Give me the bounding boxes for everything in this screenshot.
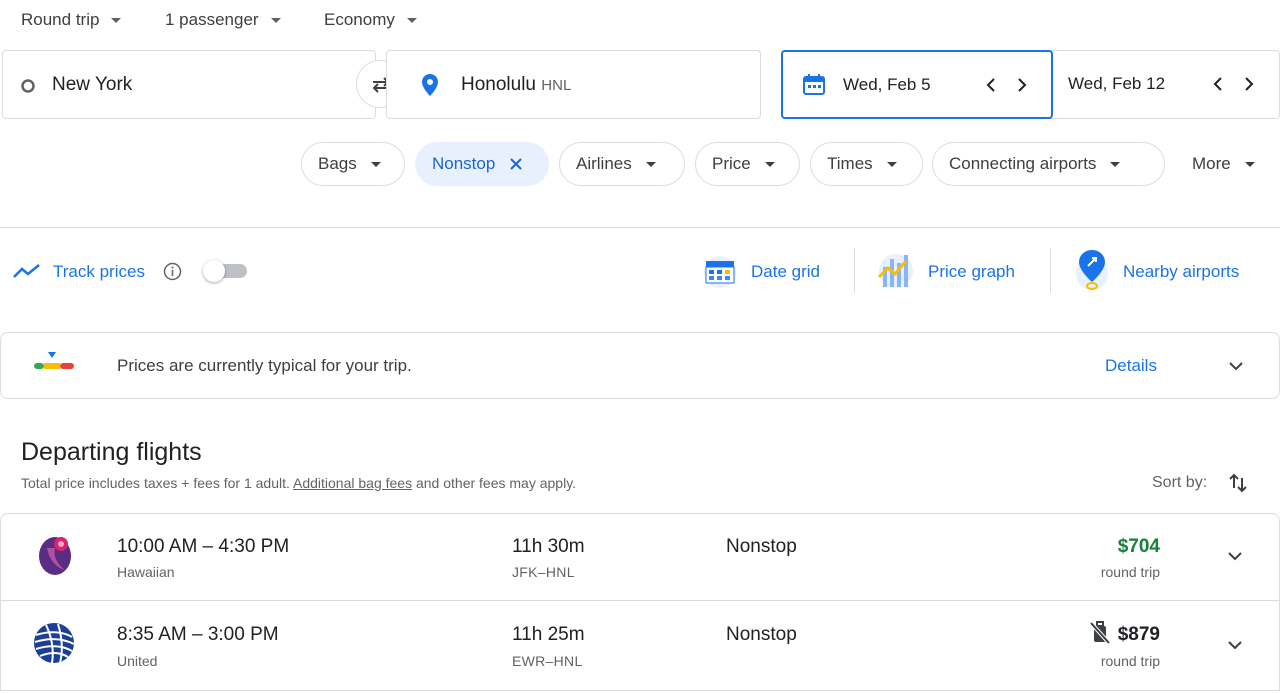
note-text: Total price includes taxes + fees for 1 … xyxy=(21,475,290,491)
filter-label: Connecting airports xyxy=(949,154,1097,173)
close-icon[interactable] xyxy=(509,157,523,171)
depart-date-value: Wed, Feb 5 xyxy=(843,75,931,94)
return-date-field[interactable]: Wed, Feb 12 xyxy=(1054,51,1280,118)
nearby-airports-label: Nearby airports xyxy=(1123,262,1240,281)
flight-price: $879 xyxy=(1117,624,1160,645)
section-divider xyxy=(0,227,1280,228)
filter-more[interactable]: More xyxy=(1175,142,1280,186)
dropdown-arrow-icon xyxy=(406,17,417,23)
filter-price[interactable]: Price xyxy=(695,142,800,186)
flight-price: $704 xyxy=(1117,536,1160,557)
dropdown-arrow-icon xyxy=(764,161,775,167)
destination-code: HNL xyxy=(541,77,572,94)
trip-type-label: Round trip xyxy=(21,10,100,29)
destination-field[interactable]: Honolulu HNL xyxy=(386,50,761,119)
filter-label: Times xyxy=(827,154,873,173)
price-level-icon xyxy=(34,352,74,369)
filter-airlines[interactable]: Airlines xyxy=(559,142,685,186)
flight-route: JFK–HNL xyxy=(512,564,575,580)
trending-line-icon xyxy=(13,264,40,278)
trip-type-select[interactable]: Round trip xyxy=(21,10,122,30)
hawaiian-airlines-logo xyxy=(39,537,71,575)
filter-label: Bags xyxy=(318,154,357,173)
dates-field: Wed, Feb 5 Wed, Feb 12 xyxy=(781,50,1280,119)
previous-date-icon[interactable] xyxy=(1211,76,1225,92)
dropdown-arrow-icon xyxy=(1244,161,1255,167)
nearby-airports-icon xyxy=(1076,250,1108,290)
flight-stops: Nonstop xyxy=(726,624,797,645)
flight-duration: 11h 25m xyxy=(512,624,585,645)
next-date-icon[interactable] xyxy=(1015,77,1029,93)
flight-duration: 11h 30m xyxy=(512,536,585,557)
filter-nonstop[interactable]: Nonstop xyxy=(415,142,549,186)
dropdown-arrow-icon xyxy=(370,161,381,167)
results-note: Total price includes taxes + fees for 1 … xyxy=(21,475,576,491)
depart-date-field[interactable]: Wed, Feb 5 xyxy=(781,50,1053,119)
flight-stops: Nonstop xyxy=(726,536,797,557)
filter-label: More xyxy=(1192,154,1231,173)
price-graph-label: Price graph xyxy=(928,262,1015,281)
dropdown-arrow-icon xyxy=(270,17,281,23)
price-insight-card: Prices are currently typical for your tr… xyxy=(0,332,1280,399)
calendar-icon xyxy=(803,74,825,95)
united-airlines-logo xyxy=(32,621,76,665)
filter-bags[interactable]: Bags xyxy=(301,142,405,186)
nearby-airports-button[interactable]: Nearby airports xyxy=(1072,248,1272,294)
filter-label: Airlines xyxy=(576,154,632,173)
flight-route: EWR–HNL xyxy=(512,653,583,669)
track-prices-toggle[interactable] xyxy=(203,260,249,282)
bag-fees-link[interactable]: Additional bag fees xyxy=(293,475,412,491)
tool-divider xyxy=(1050,248,1051,293)
no-carry-on-bag-icon xyxy=(1089,621,1111,645)
track-prices-link[interactable]: Track prices xyxy=(53,262,145,282)
sort-label: Sort by: xyxy=(1152,474,1208,491)
previous-date-icon[interactable] xyxy=(984,77,998,93)
details-link[interactable]: Details xyxy=(1105,356,1157,376)
dropdown-arrow-icon xyxy=(886,161,897,167)
filter-connecting-airports[interactable]: Connecting airports xyxy=(932,142,1165,186)
filter-label: Nonstop xyxy=(432,154,496,173)
chevron-down-icon[interactable] xyxy=(1227,637,1243,653)
passengers-select[interactable]: 1 passenger xyxy=(165,10,281,30)
toggle-knob xyxy=(203,260,225,282)
info-icon[interactable] xyxy=(163,262,182,281)
results-heading: Departing flights xyxy=(21,438,202,466)
chevron-down-icon[interactable] xyxy=(1227,548,1243,564)
flight-times: 10:00 AM – 4:30 PM xyxy=(117,536,290,557)
date-grid-label: Date grid xyxy=(751,262,820,281)
flight-row[interactable]: 8:35 AM – 3:00 PM United 11h 25m EWR–HNL… xyxy=(0,601,1280,691)
flight-times: 8:35 AM – 3:00 PM xyxy=(117,624,279,645)
next-date-icon[interactable] xyxy=(1242,76,1256,92)
location-pin-icon xyxy=(422,74,438,96)
filter-times[interactable]: Times xyxy=(810,142,923,186)
note-text: and other fees may apply. xyxy=(415,475,577,491)
price-graph-icon xyxy=(877,254,913,288)
cabin-class-label: Economy xyxy=(324,10,395,29)
dropdown-arrow-icon xyxy=(645,161,656,167)
airline-name: Hawaiian xyxy=(117,564,175,580)
filter-label: Price xyxy=(712,154,751,173)
price-graph-button[interactable]: Price graph xyxy=(876,250,1036,292)
flight-row[interactable]: 10:00 AM – 4:30 PM Hawaiian 11h 30m JFK–… xyxy=(0,513,1280,601)
date-grid-icon xyxy=(704,256,736,288)
chevron-down-icon[interactable] xyxy=(1227,358,1245,374)
origin-circle-icon xyxy=(21,79,35,93)
passengers-label: 1 passenger xyxy=(165,10,259,29)
dropdown-arrow-icon xyxy=(1110,161,1121,167)
date-grid-button[interactable]: Date grid xyxy=(700,250,840,292)
return-date-value: Wed, Feb 12 xyxy=(1068,74,1166,93)
price-type: round trip xyxy=(1100,564,1160,580)
sort-icon[interactable] xyxy=(1228,472,1248,494)
dropdown-arrow-icon xyxy=(111,17,122,23)
origin-value: New York xyxy=(52,74,133,95)
airline-name: United xyxy=(117,653,158,669)
origin-field[interactable]: New York xyxy=(2,50,376,119)
tool-divider xyxy=(854,248,855,293)
destination-value: Honolulu xyxy=(461,74,536,95)
price-insight-text: Prices are currently typical for your tr… xyxy=(117,356,412,375)
cabin-class-select[interactable]: Economy xyxy=(324,10,417,30)
price-type: round trip xyxy=(1100,653,1160,669)
